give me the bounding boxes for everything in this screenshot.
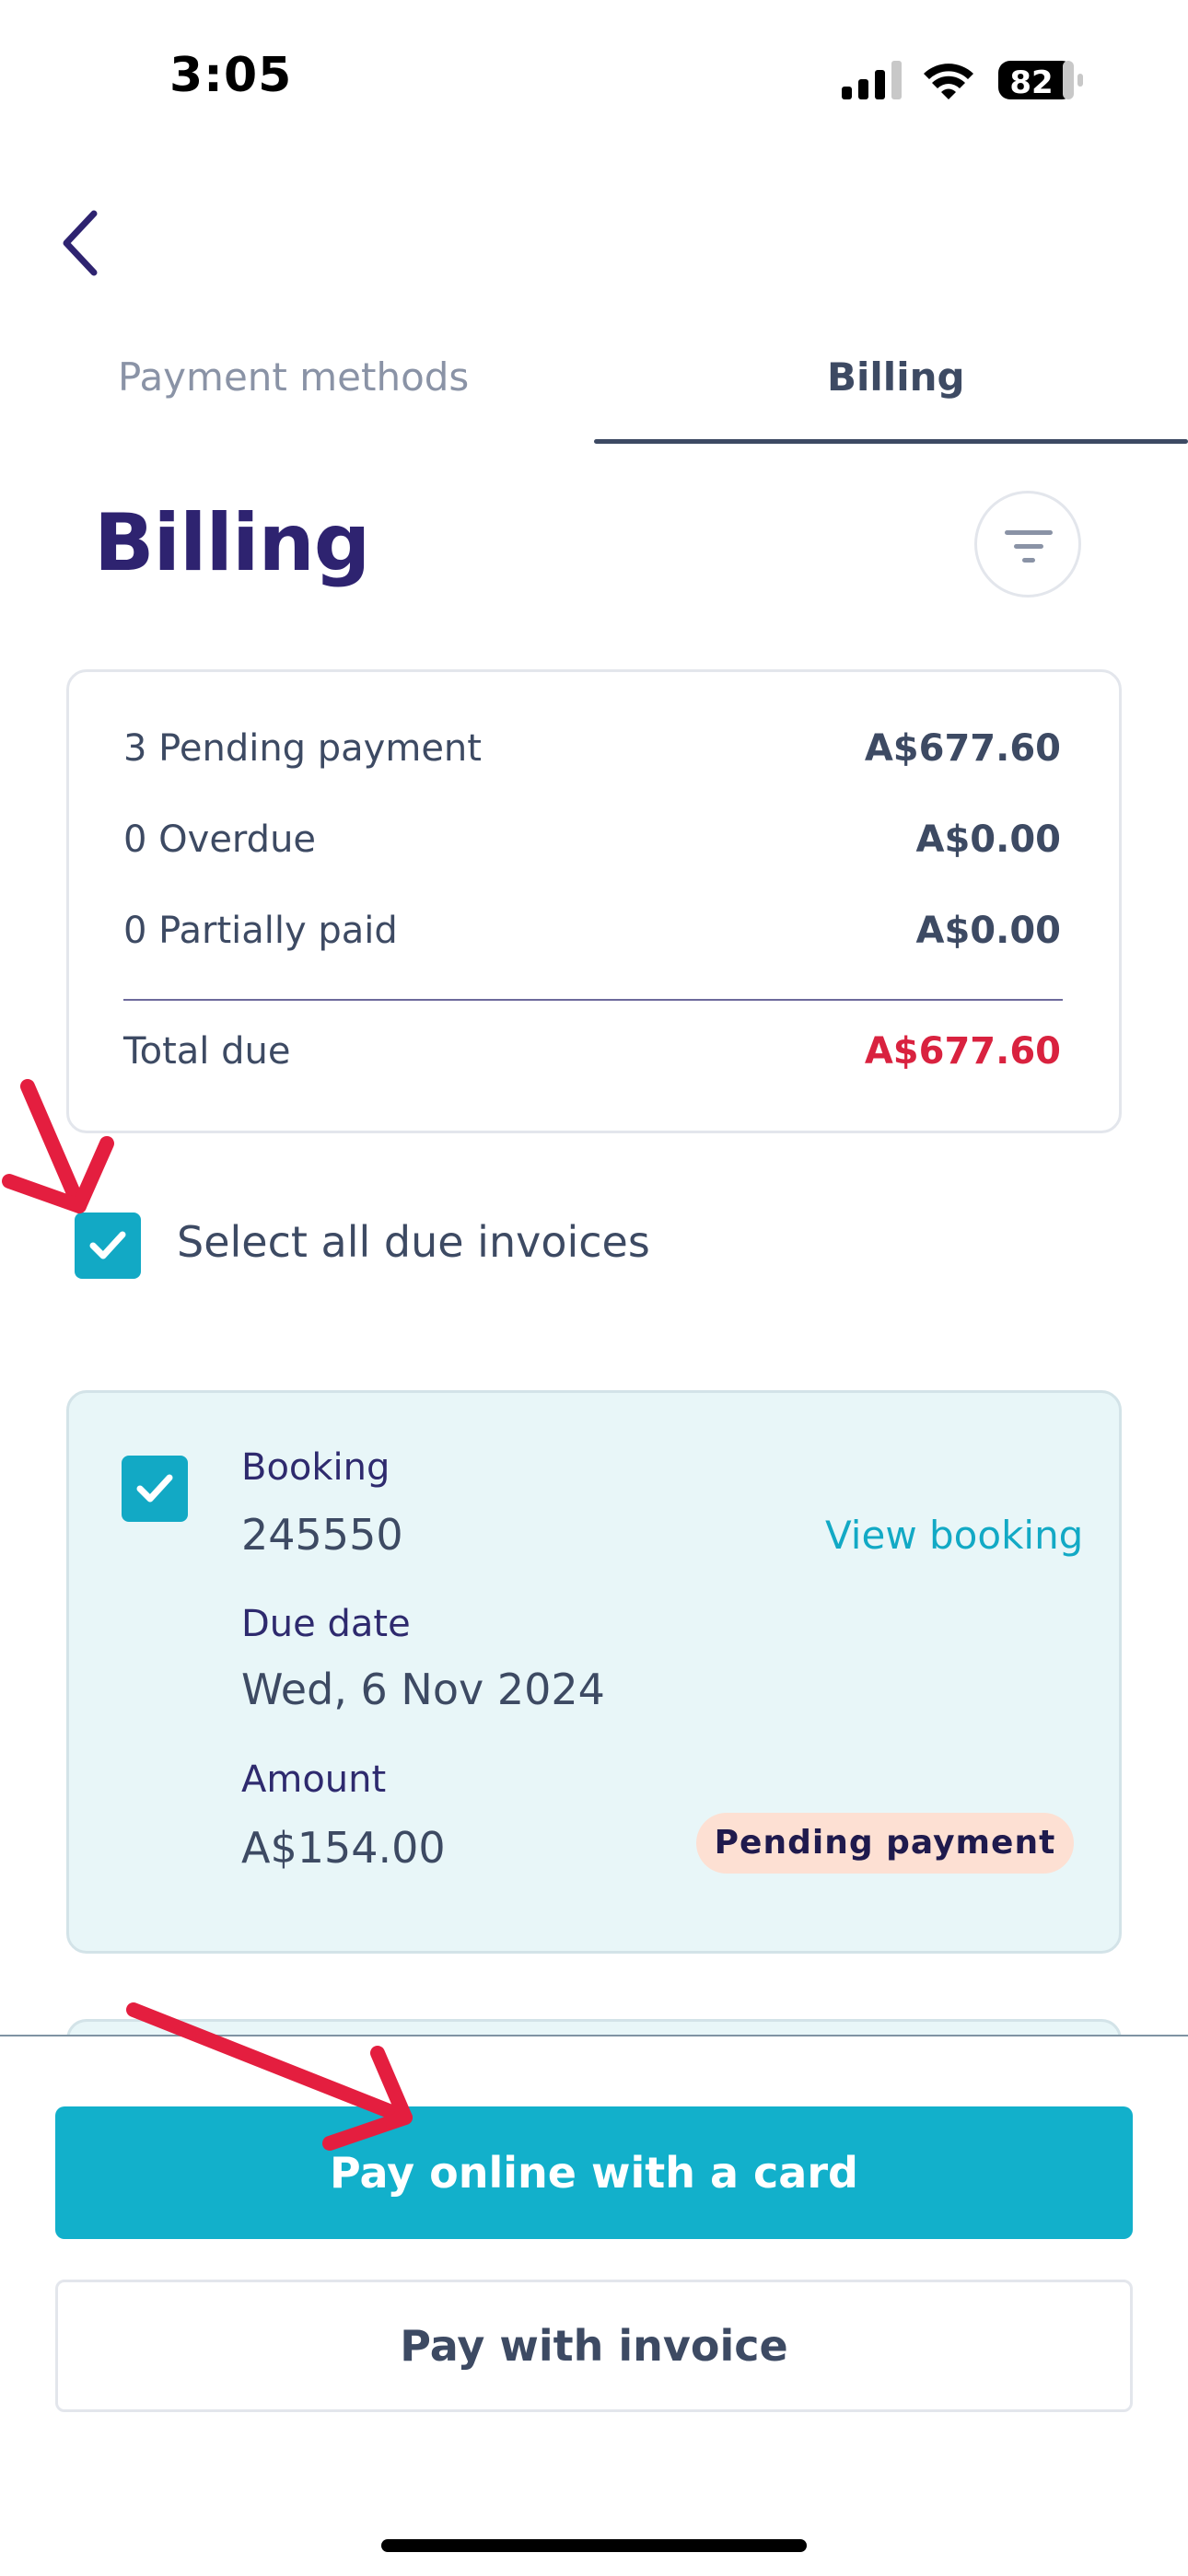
cellular-signal-icon: [842, 61, 902, 99]
pay-with-invoice-button[interactable]: Pay with invoice: [55, 2280, 1133, 2412]
tab-billing[interactable]: Billing: [827, 354, 965, 400]
summary-partially-paid-value: A$0.00: [915, 910, 1061, 952]
filter-icon: [1005, 530, 1053, 563]
battery-icon: 82: [998, 61, 1083, 101]
page-title: Billing: [94, 497, 370, 589]
due-date-label: Due date: [241, 1603, 411, 1645]
invoice-checkbox[interactable]: [122, 1456, 188, 1522]
summary-pending-label: 3 Pending payment: [123, 727, 482, 770]
booking-number: 245550: [241, 1510, 403, 1560]
chevron-left-icon: [63, 210, 98, 276]
view-booking-link[interactable]: View booking: [825, 1513, 1083, 1558]
summary-overdue-value: A$0.00: [915, 818, 1061, 861]
check-icon: [136, 1474, 173, 1503]
amount-value: A$154.00: [241, 1823, 446, 1873]
total-due-label: Total due: [123, 1030, 291, 1073]
booking-label: Booking: [241, 1446, 390, 1489]
amount-label: Amount: [241, 1758, 387, 1801]
tab-payment-methods[interactable]: Payment methods: [118, 354, 469, 400]
total-due-value: A$677.60: [864, 1030, 1061, 1073]
due-date-value: Wed, 6 Nov 2024: [241, 1665, 605, 1714]
select-all-label[interactable]: Select all due invoices: [177, 1217, 650, 1267]
status-icons: 82: [838, 55, 1089, 103]
pay-online-card-button[interactable]: Pay online with a card: [55, 2106, 1133, 2239]
back-button[interactable]: [55, 204, 107, 282]
filter-button[interactable]: [974, 491, 1081, 598]
summary-partially-paid-label: 0 Partially paid: [123, 910, 398, 952]
battery-level: 82: [1009, 64, 1053, 101]
select-all-checkbox[interactable]: [75, 1213, 141, 1279]
summary-overdue-label: 0 Overdue: [123, 818, 317, 861]
summary-divider: [123, 999, 1063, 1001]
summary-pending-value: A$677.60: [864, 727, 1061, 770]
wifi-icon: [924, 64, 973, 99]
check-icon: [89, 1231, 126, 1259]
tab-active-indicator: [594, 439, 1188, 444]
status-time: 3:05: [169, 48, 293, 103]
home-indicator: [381, 2539, 807, 2552]
status-badge: Pending payment: [696, 1813, 1074, 1874]
